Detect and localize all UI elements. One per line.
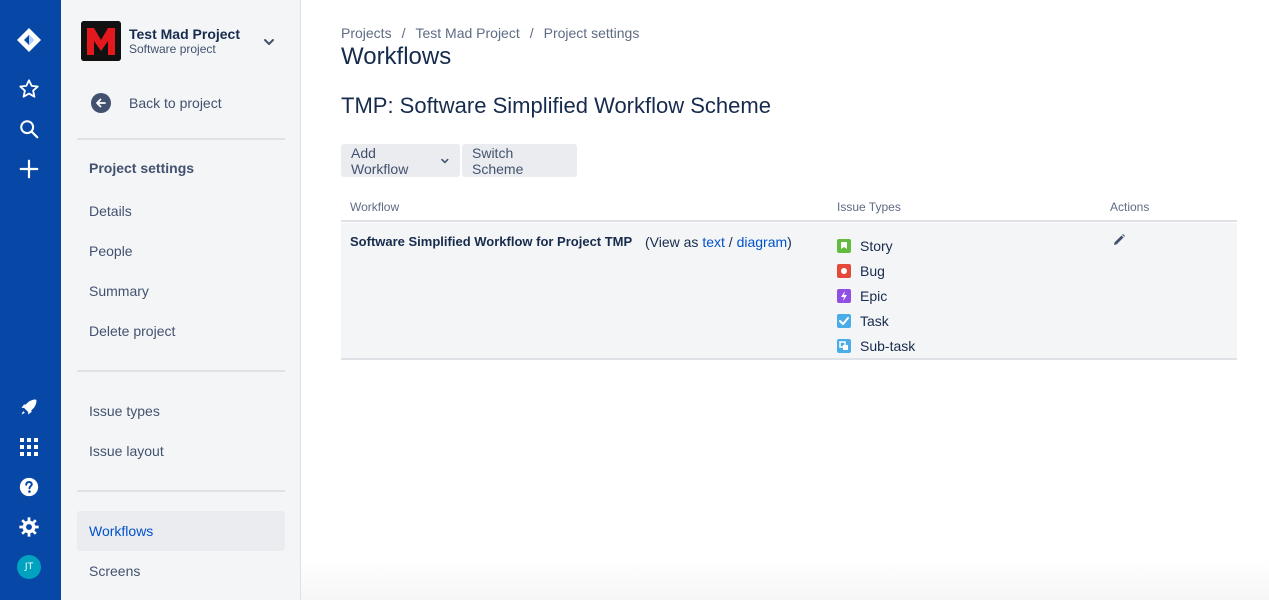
switch-scheme-button[interactable]: Switch Scheme	[462, 144, 577, 177]
sidebar-item-screens[interactable]: Screens	[77, 551, 285, 591]
breadcrumb-projects[interactable]: Projects	[341, 25, 392, 41]
issue-type-label: Task	[860, 312, 889, 329]
subtask-icon	[837, 338, 851, 353]
epic-icon	[837, 288, 851, 303]
arrow-left-icon	[91, 93, 111, 113]
add-workflow-button[interactable]: Add Workflow	[341, 144, 460, 177]
view-as-diagram-link[interactable]: diagram	[737, 234, 788, 250]
back-to-project-button[interactable]: Back to project	[77, 86, 285, 120]
breadcrumb-project-settings[interactable]: Project settings	[544, 25, 640, 41]
workflow-name: Software Simplified Workflow for Project…	[350, 234, 633, 249]
project-sidebar: Test Mad Project Software project Back t…	[61, 0, 301, 600]
add-workflow-label: Add Workflow	[351, 144, 409, 177]
divider	[77, 370, 285, 372]
issue-type-label: Bug	[860, 262, 885, 279]
global-navigation: JT	[0, 0, 61, 600]
sidebar-item-people[interactable]: People	[77, 231, 285, 271]
app-grid-icon[interactable]	[16, 434, 42, 460]
column-header-actions: Actions	[1110, 200, 1150, 214]
plus-icon[interactable]	[16, 156, 42, 182]
issue-type-label: Story	[860, 237, 893, 254]
switch-scheme-label: Switch Scheme	[472, 144, 524, 177]
column-header-issue-types: Issue Types	[837, 200, 901, 214]
help-icon[interactable]	[16, 474, 42, 500]
back-to-project-label: Back to project	[129, 95, 222, 111]
table-header: Workflow Issue Types Actions	[341, 195, 1237, 222]
issue-type-label: Epic	[860, 287, 888, 304]
page-title: Workflows	[341, 43, 452, 70]
sidebar-item-workflows[interactable]: Workflows	[77, 511, 285, 551]
breadcrumb-separator: /	[401, 25, 406, 41]
sidebar-item-issue-types[interactable]: Issue types	[77, 391, 285, 431]
chevron-down-icon	[441, 158, 449, 163]
sidebar-item-details[interactable]: Details	[77, 191, 285, 231]
project-type: Software project	[129, 42, 216, 56]
star-icon[interactable]	[16, 76, 42, 102]
issue-types-list: Story Bug Epic Task Sub-task	[837, 233, 915, 358]
view-as-text-link[interactable]: text	[702, 234, 725, 250]
breadcrumb-separator: /	[529, 25, 534, 41]
search-icon[interactable]	[16, 116, 42, 142]
view-as-prefix: (View as	[645, 234, 699, 250]
task-icon	[837, 313, 851, 328]
breadcrumb-project[interactable]: Test Mad Project	[415, 25, 519, 41]
issue-type-subtask: Sub-task	[837, 333, 915, 358]
pencil-icon[interactable]	[1112, 233, 1126, 247]
rocket-icon[interactable]	[16, 394, 42, 420]
gear-icon[interactable]	[16, 514, 42, 540]
issue-type-label: Sub-task	[860, 337, 916, 354]
issue-type-task: Task	[837, 308, 915, 333]
table-row: Software Simplified Workflow for Project…	[341, 223, 1237, 360]
sidebar-section-title: Project settings	[89, 160, 195, 176]
scheme-title: TMP: Software Simplified Workflow Scheme	[341, 93, 771, 118]
sidebar-item-delete-project[interactable]: Delete project	[77, 311, 285, 351]
view-as-separator: /	[728, 234, 733, 250]
issue-type-bug: Bug	[837, 258, 915, 283]
project-logo-icon	[81, 21, 121, 61]
jira-logo-icon[interactable]	[16, 27, 42, 53]
page-bottom-shade	[301, 560, 1269, 600]
issue-type-story: Story	[837, 233, 915, 258]
breadcrumb: Projects / Test Mad Project / Project settin…	[341, 25, 639, 41]
divider	[77, 490, 285, 492]
avatar[interactable]: JT	[17, 555, 41, 579]
view-as-suffix: )	[787, 234, 792, 250]
sidebar-item-issue-layout[interactable]: Issue layout	[77, 431, 285, 471]
chevron-down-icon[interactable]	[261, 34, 277, 50]
divider	[77, 138, 285, 140]
sidebar-item-summary[interactable]: Summary	[77, 271, 285, 311]
issue-type-epic: Epic	[837, 283, 915, 308]
project-name: Test Mad Project	[129, 26, 240, 42]
column-header-workflow: Workflow	[350, 200, 400, 214]
view-as: (View as text / diagram)	[645, 234, 792, 250]
story-icon	[837, 238, 851, 253]
bug-icon	[837, 263, 851, 278]
